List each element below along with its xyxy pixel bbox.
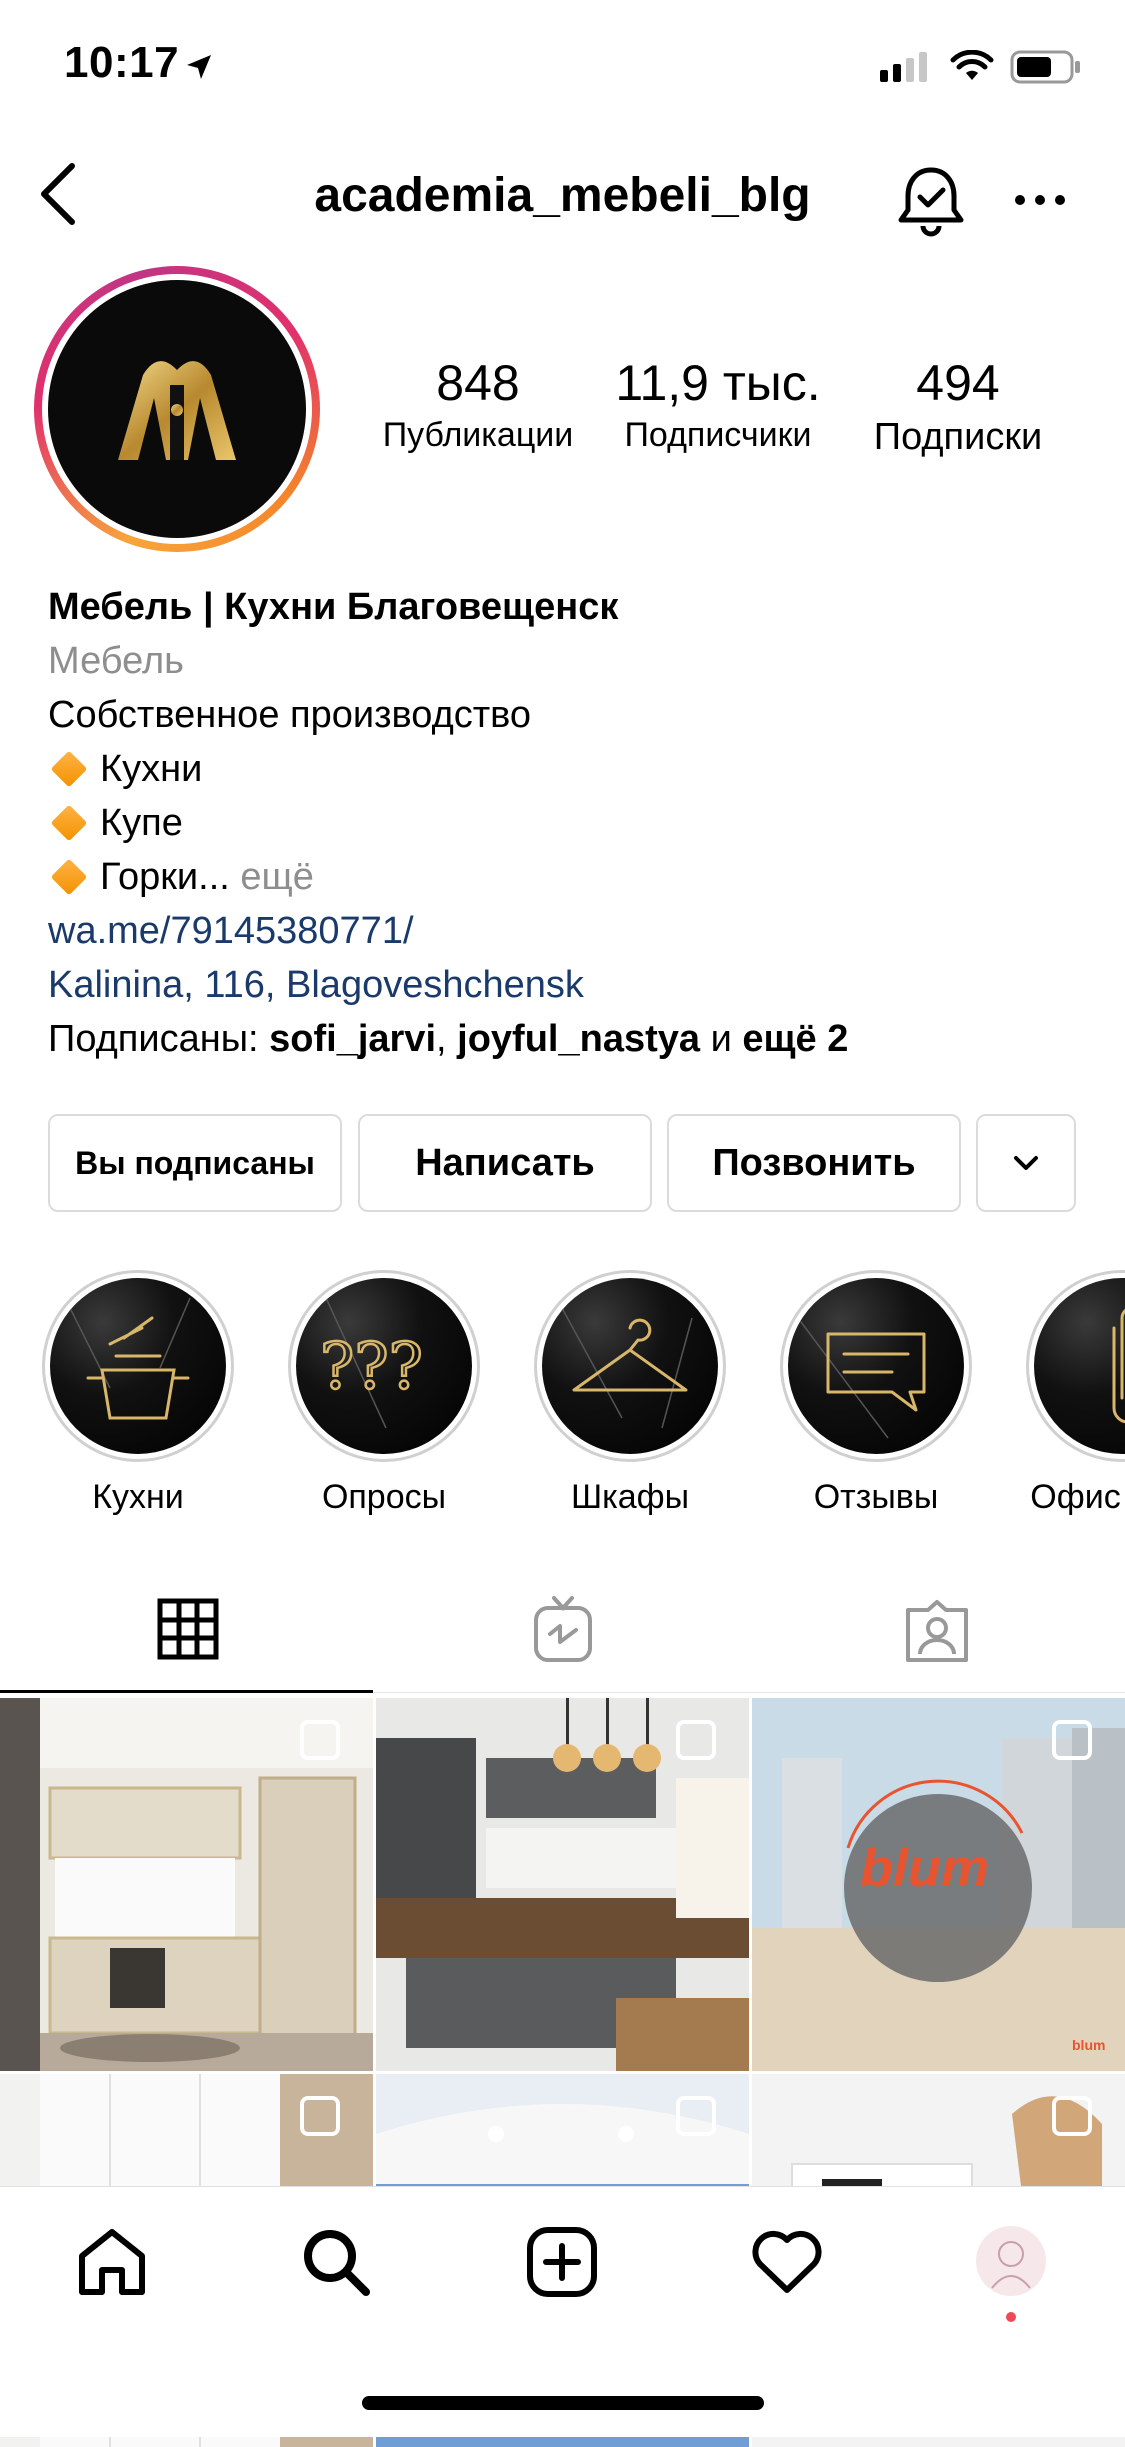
notification-bell-icon[interactable] bbox=[896, 164, 966, 238]
suggested-dropdown-button[interactable] bbox=[976, 1114, 1076, 1212]
followed-by-text[interactable]: Подписаны: sofi_jarvi, joyful_nastya и е… bbox=[48, 1012, 848, 1066]
highlight-reviews[interactable]: Отзывы bbox=[780, 1270, 972, 1517]
profile-avatar[interactable] bbox=[48, 280, 306, 538]
paperclip-icon bbox=[1112, 1308, 1125, 1424]
notification-dot bbox=[1006, 2312, 1016, 2322]
highlight-office[interactable]: Офис bbox=[1026, 1270, 1125, 1517]
profile-avatar-icon[interactable] bbox=[976, 2226, 1046, 2296]
bio-website-link[interactable]: wa.me/79145380771/ bbox=[48, 904, 414, 958]
highlight-label: Опросы bbox=[321, 1478, 447, 1516]
stat-posts[interactable]: 848 Публикации bbox=[370, 354, 586, 455]
wifi-icon bbox=[950, 50, 994, 80]
svg-text:???: ??? bbox=[320, 1330, 423, 1404]
stat-posts-count: 848 bbox=[436, 355, 520, 411]
bio-list-item: Купе bbox=[48, 796, 183, 850]
message-button[interactable]: Написать bbox=[358, 1114, 652, 1212]
multi-photo-icon bbox=[1052, 1720, 1092, 1760]
highlight-polls[interactable]: ??? Опросы bbox=[288, 1270, 480, 1517]
tagged-person-icon[interactable] bbox=[904, 1598, 970, 1664]
status-time: 10:17 bbox=[64, 38, 180, 87]
highlight-label: Шкафы bbox=[570, 1478, 690, 1516]
bio-display-name: Мебель | Кухни Благовещенск bbox=[48, 586, 619, 628]
orange-diamond-icon bbox=[50, 750, 88, 788]
location-arrow-icon bbox=[187, 55, 211, 79]
highlight-label: Кухни bbox=[92, 1478, 184, 1516]
pot-icon bbox=[69, 1297, 191, 1420]
bio-location-link[interactable]: Kalinina, 116, Blagoveshchensk bbox=[48, 958, 584, 1012]
multi-photo-icon bbox=[1052, 2096, 1092, 2136]
igtv-icon[interactable] bbox=[532, 1594, 594, 1664]
home-indicator bbox=[362, 2396, 764, 2410]
post-thumbnail[interactable] bbox=[376, 1698, 749, 2071]
bio-line: Собственное производство bbox=[48, 694, 532, 736]
highlight-label: Отзывы bbox=[813, 1478, 939, 1516]
highlight-wardrobes[interactable]: Шкафы bbox=[534, 1270, 726, 1517]
active-tab-indicator bbox=[0, 1690, 373, 1693]
call-button[interactable]: Позвонить bbox=[667, 1114, 961, 1212]
home-icon[interactable] bbox=[76, 2226, 148, 2298]
search-icon[interactable] bbox=[300, 2226, 372, 2298]
post-thumbnail[interactable] bbox=[0, 1698, 373, 2071]
highlight-label: Офис bbox=[1030, 1478, 1121, 1516]
activity-heart-icon[interactable] bbox=[750, 2228, 824, 2296]
question-marks-icon: ??? bbox=[319, 1297, 424, 1429]
stat-followers[interactable]: 11,9 тыс. Подписчики bbox=[606, 354, 830, 455]
bio-list-item: Горки... ещё bbox=[48, 850, 314, 904]
following-button[interactable]: Вы подписаны bbox=[48, 1114, 342, 1212]
multi-photo-icon bbox=[676, 1720, 716, 1760]
hanger-icon bbox=[561, 1307, 693, 1429]
speech-bubble-icon bbox=[797, 1317, 926, 1439]
orange-diamond-icon bbox=[50, 804, 88, 842]
bio-list-item: Кухни bbox=[48, 742, 202, 796]
multi-photo-icon bbox=[300, 1720, 340, 1760]
grid-icon[interactable] bbox=[157, 1598, 219, 1660]
stat-posts-label: Публикации bbox=[382, 416, 574, 454]
post-thumbnail[interactable]: blum blum bbox=[752, 1698, 1125, 2071]
highlight-kitchens[interactable]: Кухни bbox=[42, 1270, 234, 1517]
brand-logo-icon bbox=[118, 361, 236, 460]
stat-following[interactable]: 494 Подписки bbox=[852, 354, 1064, 459]
orange-diamond-icon bbox=[50, 858, 88, 896]
multi-photo-icon bbox=[676, 2096, 716, 2136]
cellular-signal-icon bbox=[880, 52, 932, 82]
new-post-icon[interactable] bbox=[526, 2226, 598, 2298]
chevron-down-icon bbox=[1014, 1156, 1038, 1170]
stat-following-count: 494 bbox=[916, 355, 1000, 411]
more-options-icon[interactable] bbox=[1010, 182, 1070, 218]
stat-following-label: Подписки bbox=[873, 416, 1043, 458]
multi-photo-icon bbox=[300, 2096, 340, 2136]
bio-category: Мебель bbox=[48, 640, 184, 682]
bio-more-link[interactable]: ещё bbox=[240, 856, 314, 898]
stat-followers-label: Подписчики bbox=[624, 416, 812, 454]
battery-icon bbox=[1010, 50, 1080, 84]
svg-text:blum: blum bbox=[1072, 2037, 1105, 2053]
svg-text:blum: blum bbox=[860, 1838, 989, 1898]
stat-followers-count: 11,9 тыс. bbox=[615, 355, 821, 411]
